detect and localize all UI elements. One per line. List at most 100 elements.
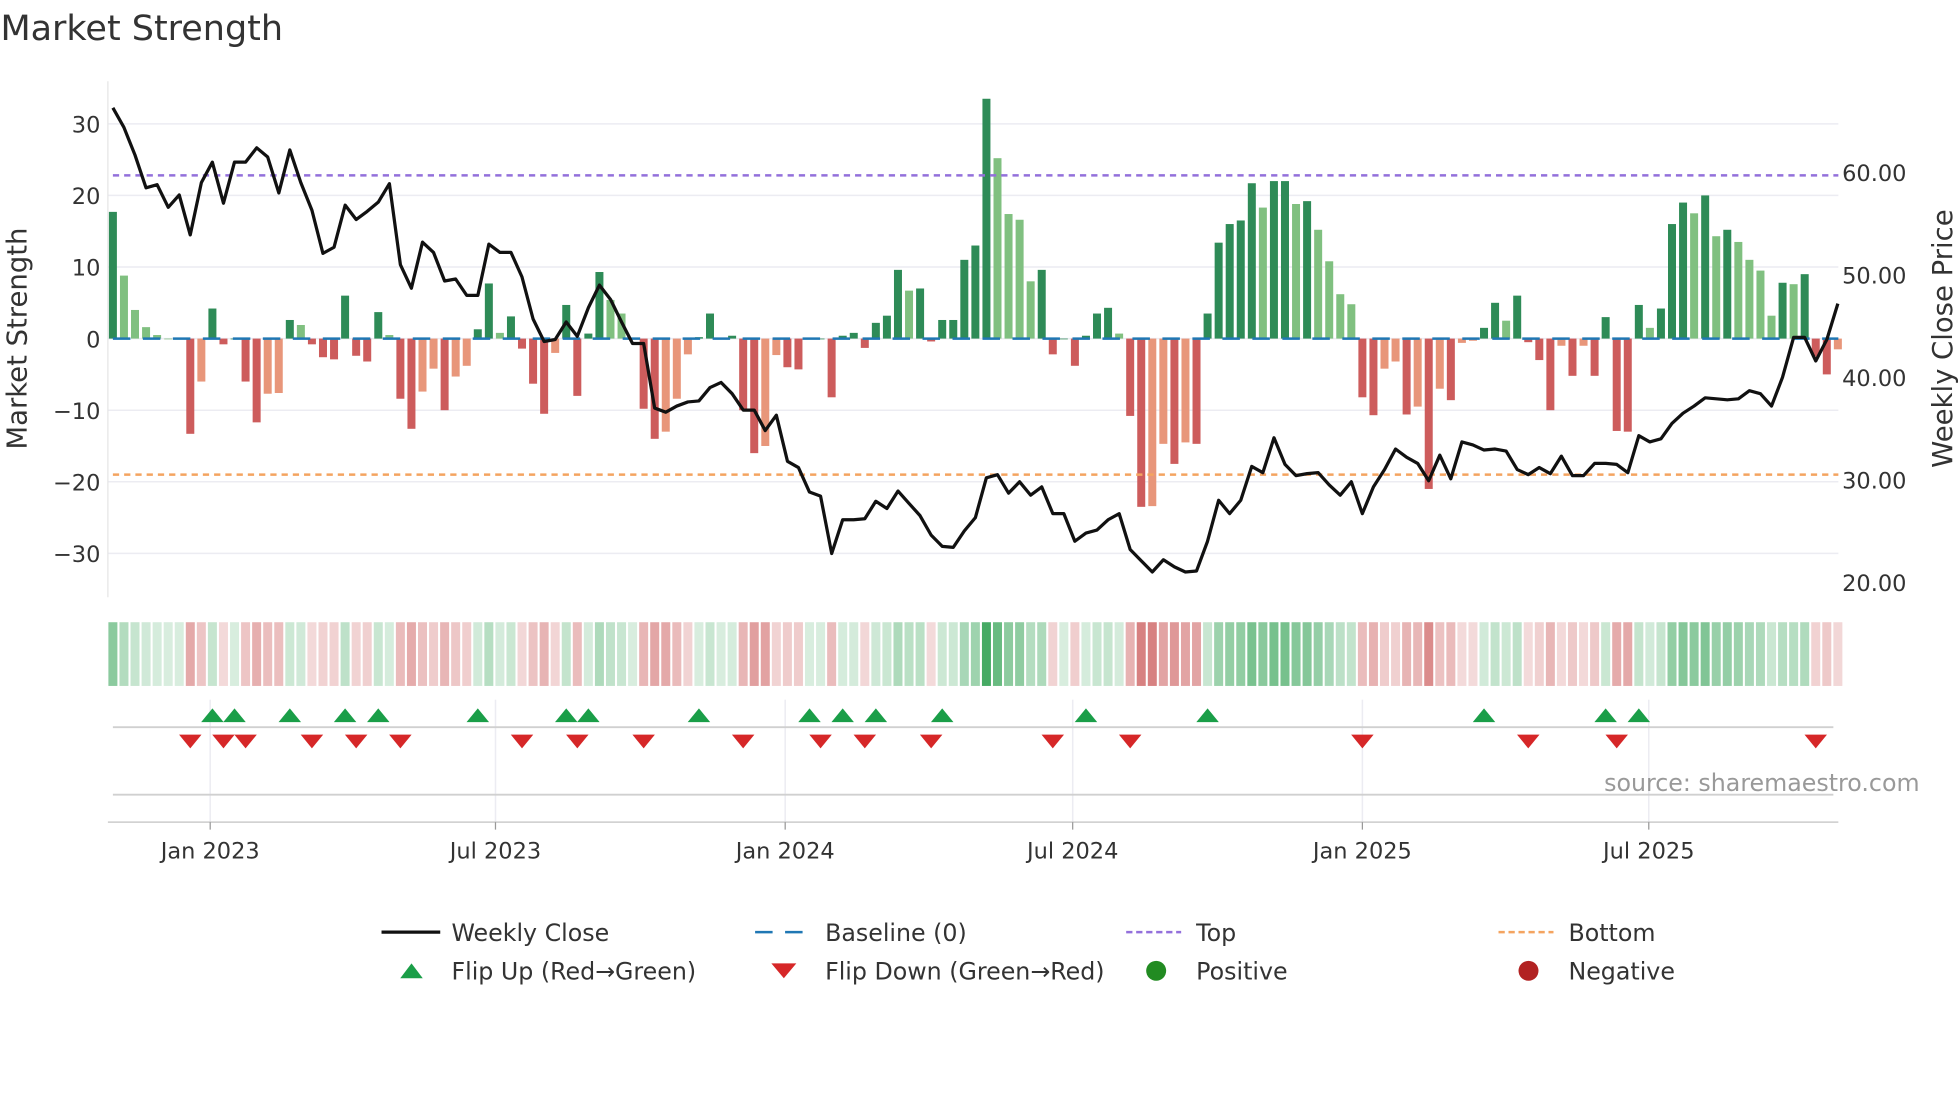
strength-bar — [197, 338, 206, 382]
strength-bar — [882, 315, 891, 339]
flip-down-marker — [344, 734, 368, 749]
flip-up-marker — [1196, 708, 1219, 723]
right-axis-label: Weekly Close Price — [1927, 209, 1959, 467]
strength-bar — [1170, 338, 1179, 464]
strip-cell — [1623, 622, 1633, 686]
strength-bar — [1535, 338, 1544, 361]
strip-cell — [1833, 622, 1843, 686]
flip-down-marker — [1351, 734, 1374, 749]
flip-up-marker — [333, 708, 357, 723]
strip-cell — [1147, 622, 1157, 686]
strip-cell — [1579, 622, 1589, 686]
flip-up-marker — [577, 708, 600, 723]
strip-cell — [351, 622, 361, 686]
flip-down-marker — [179, 734, 202, 749]
strength-bar — [849, 332, 858, 339]
strength-bar — [529, 338, 538, 384]
strength-bar — [318, 338, 327, 358]
legend-label: Baseline (0) — [825, 919, 967, 947]
strip-cell — [948, 622, 958, 686]
strength-bar — [363, 338, 372, 362]
strip-cell — [727, 622, 737, 686]
strength-bar — [131, 309, 140, 339]
strip-cell — [981, 622, 991, 686]
strip-cell — [694, 622, 704, 686]
flip-up-marker — [831, 708, 854, 723]
strength-bar — [219, 338, 228, 345]
flip-down-marker — [300, 734, 324, 749]
strip-cell — [473, 622, 483, 686]
strength-bar — [1303, 201, 1312, 339]
strip-cell — [307, 622, 317, 686]
strength-bar — [296, 324, 305, 339]
strength-bar — [1789, 284, 1798, 339]
strength-bar — [1767, 315, 1776, 339]
flip-up-marker — [1074, 708, 1098, 723]
strip-cell — [904, 622, 914, 686]
strength-bar — [705, 313, 714, 339]
y-tick-label: −10 — [53, 399, 100, 425]
strength-bar — [1656, 308, 1665, 339]
strip-cell — [462, 622, 472, 686]
strength-bar — [1568, 338, 1577, 376]
strength-bar — [1336, 294, 1345, 339]
x-tick-label: Jan 2024 — [734, 838, 835, 864]
strip-cell — [1402, 622, 1412, 686]
y2-tick-label: 30.00 — [1842, 469, 1906, 495]
strip-cell — [296, 622, 306, 686]
strength-bar — [274, 338, 283, 394]
strip-cell — [1811, 622, 1821, 686]
strip-cell — [738, 622, 748, 686]
strength-bar — [1756, 270, 1765, 339]
strength-bar — [1093, 313, 1102, 339]
strength-bar — [1380, 338, 1389, 369]
strip-cell — [1590, 622, 1600, 686]
strength-heat-strip — [108, 622, 1843, 686]
strength-bar — [352, 338, 361, 356]
strip-cell — [1291, 622, 1301, 686]
strip-cell — [1501, 622, 1511, 686]
flip-up-marker — [278, 708, 302, 723]
flip-up-marker — [687, 708, 711, 723]
strength-bar — [1690, 213, 1699, 339]
strength-bar — [893, 269, 902, 339]
strip-cell — [1335, 622, 1345, 686]
strip-cell — [926, 622, 936, 686]
strength-bar — [1634, 304, 1643, 339]
strip-cell — [1656, 622, 1666, 686]
flip-markers — [179, 708, 1827, 749]
strength-bar — [506, 316, 515, 339]
strip-cell — [749, 622, 759, 686]
strength-bar — [108, 211, 117, 339]
strip-cell — [882, 622, 892, 686]
strength-bar — [1225, 224, 1234, 339]
strip-cell — [1114, 622, 1124, 686]
strip-cell — [141, 622, 151, 686]
strip-cell — [937, 622, 947, 686]
strip-cell — [528, 622, 538, 686]
flip-down-marker — [853, 734, 877, 749]
strip-cell — [1733, 622, 1743, 686]
strip-cell — [1203, 622, 1213, 686]
strip-cell — [163, 622, 173, 686]
strength-bar — [1292, 204, 1301, 339]
strength-bar — [1645, 327, 1654, 339]
strength-bar — [1203, 313, 1212, 339]
strength-bar — [473, 329, 482, 339]
strip-cell — [760, 622, 770, 686]
chart-title: Market Strength — [0, 9, 283, 49]
flip-down-marker — [1041, 734, 1065, 749]
strip-cell — [1446, 622, 1456, 686]
strip-cell — [1169, 622, 1179, 686]
strength-bar — [1612, 338, 1621, 431]
strip-cell — [1004, 622, 1014, 686]
strength-bar — [1833, 338, 1842, 350]
strength-bar — [1413, 338, 1422, 407]
strength-bar — [495, 332, 504, 339]
strip-cell — [451, 622, 461, 686]
strip-cell — [1689, 622, 1699, 686]
flip-up-marker — [1472, 708, 1496, 723]
flip-down-marker — [510, 734, 534, 749]
strength-bar — [1435, 338, 1444, 389]
strength-bar — [993, 158, 1002, 339]
